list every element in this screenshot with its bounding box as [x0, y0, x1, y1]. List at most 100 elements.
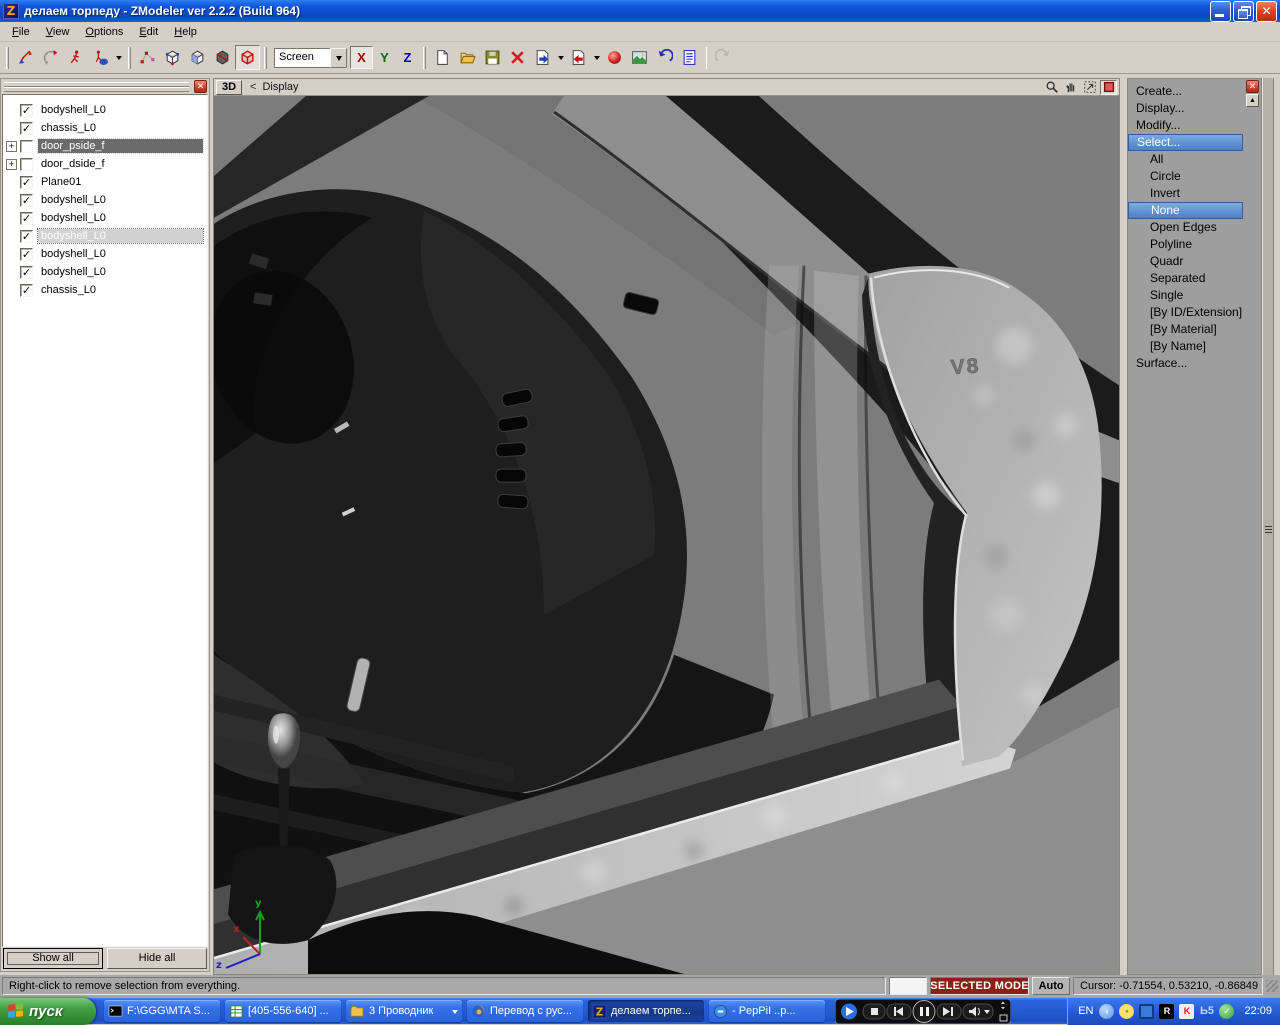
panel-splitter[interactable]: [1262, 78, 1274, 975]
tree-item[interactable]: +door_pside_f: [3, 137, 207, 155]
rivatuner-icon[interactable]: R: [1159, 1004, 1174, 1019]
show-all-button[interactable]: Show all: [3, 948, 103, 969]
chevron-down-icon[interactable]: [555, 45, 566, 70]
command-create[interactable]: Create...: [1128, 83, 1243, 100]
command-open-edges[interactable]: Open Edges: [1128, 219, 1243, 236]
panel-close-icon[interactable]: ✕: [1246, 80, 1259, 93]
objects-level-button[interactable]: [235, 45, 260, 70]
pause-button[interactable]: [913, 1000, 935, 1022]
tree-item[interactable]: ✓bodyshell_L0: [3, 263, 207, 281]
select-move-button[interactable]: [13, 45, 38, 70]
active-viewport-icon[interactable]: [1100, 80, 1117, 95]
command-by-name[interactable]: [By Name]: [1128, 338, 1243, 355]
edges-level-button[interactable]: [160, 45, 185, 70]
surfaces-level-button[interactable]: [210, 45, 235, 70]
viewport-mode-button[interactable]: 3D: [216, 80, 242, 95]
toolbar-grip-icon[interactable]: [128, 47, 131, 69]
display-icon[interactable]: [1139, 1004, 1154, 1019]
next-button[interactable]: [937, 1004, 961, 1019]
tray-clock[interactable]: 22:09: [1244, 1005, 1272, 1017]
back-circle-icon[interactable]: ‹: [1099, 1004, 1114, 1019]
zoom-tool-icon[interactable]: [1043, 80, 1060, 95]
command-none[interactable]: None: [1128, 202, 1243, 219]
axis-z-button[interactable]: Z: [396, 46, 419, 69]
command-quadr[interactable]: Quadr: [1128, 253, 1243, 270]
viewport-back-button[interactable]: <: [250, 81, 256, 93]
command-single[interactable]: Single: [1128, 287, 1243, 304]
visibility-checkbox[interactable]: [20, 158, 33, 171]
kaspersky-icon[interactable]: K: [1179, 1004, 1194, 1019]
menu-edit[interactable]: Edit: [131, 24, 166, 40]
taskbar-task[interactable]: F:\GGG\MTA S...: [104, 1000, 220, 1022]
visibility-checkbox[interactable]: ✓: [20, 266, 33, 279]
taskbar-task[interactable]: - PepPiI ..p...: [709, 1000, 825, 1022]
tree-item[interactable]: ✓chassis_L0: [3, 119, 207, 137]
resize-grip-icon[interactable]: [1266, 980, 1278, 992]
volume-button[interactable]: [963, 1004, 993, 1019]
minimize-button[interactable]: [1210, 1, 1231, 22]
import-button[interactable]: [530, 45, 555, 70]
taskbar-task[interactable]: Zделаем торпе...: [588, 1000, 704, 1022]
taskbar-task[interactable]: 3 Проводник: [346, 1000, 462, 1022]
visibility-checkbox[interactable]: ✓: [20, 212, 33, 225]
new-file-button[interactable]: [430, 45, 455, 70]
material-editor-button[interactable]: [602, 45, 627, 70]
taskbar-task[interactable]: Перевод с рус...: [467, 1000, 583, 1022]
language-indicator[interactable]: EN: [1078, 1005, 1093, 1017]
command-modify[interactable]: Modify...: [1128, 117, 1243, 134]
open-file-button[interactable]: [455, 45, 480, 70]
figure-tools-button[interactable]: [88, 45, 113, 70]
view-mode-value[interactable]: Screen: [274, 48, 330, 68]
fit-view-icon[interactable]: [1081, 80, 1098, 95]
restore-button[interactable]: [1233, 1, 1254, 22]
view-mode-combo[interactable]: Screen: [274, 48, 347, 68]
taskbar-task[interactable]: [405-556-640] ...: [225, 1000, 341, 1022]
visibility-checkbox[interactable]: ✓: [20, 230, 33, 243]
expand-icon[interactable]: +: [6, 159, 17, 170]
save-file-button[interactable]: [480, 45, 505, 70]
layout-indicator-icon[interactable]: Ь5: [1199, 1004, 1214, 1019]
command-separated[interactable]: Separated: [1128, 270, 1243, 287]
command-invert[interactable]: Invert: [1128, 185, 1243, 202]
tree-item[interactable]: ✓chassis_L0: [3, 281, 207, 299]
export-button[interactable]: [566, 45, 591, 70]
texture-button[interactable]: [627, 45, 652, 70]
visibility-checkbox[interactable]: [20, 140, 33, 153]
command-circle[interactable]: Circle: [1128, 168, 1243, 185]
visibility-checkbox[interactable]: ✓: [20, 176, 33, 189]
scene-tree-panel-header[interactable]: ✕: [1, 79, 209, 94]
menu-file[interactable]: File: [4, 24, 38, 40]
viewport-canvas[interactable]: V8 y x z: [214, 96, 1119, 974]
chevron-down-icon[interactable]: [330, 48, 347, 68]
chevron-down-icon[interactable]: [113, 45, 124, 70]
start-button[interactable]: пуск: [0, 998, 96, 1025]
visibility-checkbox[interactable]: ✓: [20, 194, 33, 207]
command-by-id-extension[interactable]: [By ID/Extension]: [1128, 304, 1243, 321]
menu-help[interactable]: Help: [166, 24, 205, 40]
menu-view[interactable]: View: [38, 24, 78, 40]
toolbar-grip-icon[interactable]: [264, 47, 267, 69]
axis-y-button[interactable]: Y: [373, 46, 396, 69]
command-all[interactable]: All: [1128, 151, 1243, 168]
select-rotate-button[interactable]: [38, 45, 63, 70]
command-surface[interactable]: Surface...: [1128, 355, 1243, 372]
prev-button[interactable]: [887, 1004, 911, 1019]
figure-mode-button[interactable]: [63, 45, 88, 70]
close-button[interactable]: ✕: [1256, 1, 1277, 22]
chevron-down-icon[interactable]: [591, 45, 602, 70]
visibility-checkbox[interactable]: ✓: [20, 122, 33, 135]
stop-button[interactable]: [863, 1004, 885, 1019]
auto-button[interactable]: Auto: [1032, 977, 1070, 995]
tree-item[interactable]: ✓bodyshell_L0: [3, 101, 207, 119]
flower-icon[interactable]: •: [1119, 1004, 1134, 1019]
tree-item[interactable]: ✓bodyshell_L0: [3, 245, 207, 263]
axis-x-button[interactable]: X: [350, 46, 373, 69]
log-button[interactable]: [677, 45, 702, 70]
toolbar-grip-icon[interactable]: [6, 47, 9, 69]
vertices-level-button[interactable]: [135, 45, 160, 70]
delete-button[interactable]: [505, 45, 530, 70]
toolbar-grip-icon[interactable]: [423, 47, 426, 69]
tree-item[interactable]: ✓Plane01: [3, 173, 207, 191]
pan-tool-icon[interactable]: [1062, 80, 1079, 95]
command-by-material[interactable]: [By Material]: [1128, 321, 1243, 338]
